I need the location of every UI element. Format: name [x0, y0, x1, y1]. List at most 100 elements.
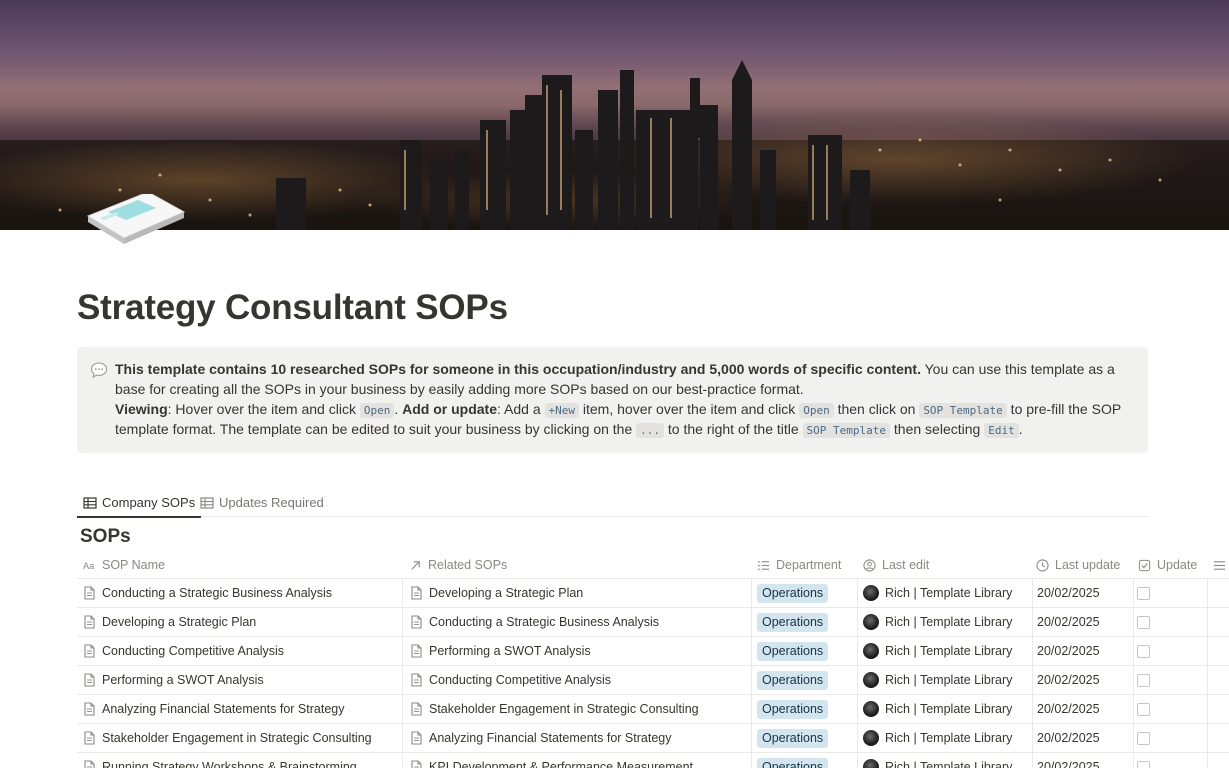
- department-tag: Operations: [757, 728, 829, 748]
- last-edit-cell[interactable]: Rich | Template Library: [863, 637, 1031, 665]
- avatar: [863, 730, 879, 746]
- last-update-cell[interactable]: 20/02/2025: [1037, 753, 1133, 768]
- column-header-related-sops[interactable]: Related SOPs: [409, 552, 507, 578]
- last-update-cell[interactable]: 20/02/2025: [1037, 579, 1133, 607]
- update-checkbox[interactable]: [1137, 702, 1150, 716]
- avatar: [863, 614, 879, 630]
- table-row[interactable]: Developing a Strategic Plan Conducting a …: [77, 608, 1229, 637]
- tab-updates-required[interactable]: Updates Required: [194, 488, 330, 517]
- last-edit-cell[interactable]: Rich | Template Library: [863, 753, 1031, 768]
- last-update-cell[interactable]: 20/02/2025: [1037, 695, 1133, 723]
- update-cell: [1137, 608, 1207, 636]
- last-edit-cell[interactable]: Rich | Template Library: [863, 695, 1031, 723]
- update-checkbox[interactable]: [1137, 731, 1150, 745]
- table-row[interactable]: Running Strategy Workshops & Brainstormi…: [77, 753, 1229, 768]
- related-sop-link: Performing a SWOT Analysis: [429, 644, 591, 658]
- related-sop-link: Conducting a Strategic Business Analysis: [429, 615, 659, 629]
- database-title: SOPs: [80, 526, 131, 547]
- sop-name-cell[interactable]: Stakeholder Engagement in Strategic Cons…: [83, 724, 401, 752]
- viewing-text: : Hover over the item and click: [167, 400, 360, 417]
- update-checkbox[interactable]: [1137, 673, 1150, 687]
- column-divider: [402, 695, 403, 723]
- page-icon: [411, 673, 422, 687]
- sop-name-cell[interactable]: Performing a SWOT Analysis: [83, 666, 401, 694]
- table-row[interactable]: Conducting a Strategic Business Analysis…: [77, 579, 1229, 608]
- column-header-department[interactable]: Department: [757, 552, 841, 578]
- page-icon-documents[interactable]: [86, 191, 186, 250]
- column-divider: [1133, 579, 1134, 607]
- add-text-7: .: [1018, 421, 1023, 438]
- last-edit-cell[interactable]: Rich | Template Library: [863, 666, 1031, 694]
- last-update-cell[interactable]: 20/02/2025: [1037, 608, 1133, 636]
- column-header-last-edit[interactable]: Last edit: [863, 552, 929, 578]
- table-row[interactable]: Performing a SWOT Analysis Conducting Com…: [77, 666, 1229, 695]
- related-sop-cell[interactable]: KPI Development & Performance Measuremen…: [410, 753, 750, 768]
- column-divider: [1032, 666, 1033, 694]
- page-icon: [84, 702, 95, 716]
- last-edit-cell[interactable]: Rich | Template Library: [863, 724, 1031, 752]
- sop-name-cell[interactable]: Developing a Strategic Plan: [83, 608, 401, 636]
- last-update-cell[interactable]: 20/02/2025: [1037, 724, 1133, 752]
- update-checkbox[interactable]: [1137, 586, 1150, 600]
- add-text-6: then selecting: [890, 421, 985, 438]
- table-row[interactable]: Analyzing Financial Statements for Strat…: [77, 695, 1229, 724]
- tab-company-sops[interactable]: Company SOPs: [77, 488, 202, 518]
- sop-name-cell[interactable]: Running Strategy Workshops & Brainstormi…: [83, 753, 401, 768]
- table-row[interactable]: Stakeholder Engagement in Strategic Cons…: [77, 724, 1229, 753]
- column-divider: [857, 753, 858, 768]
- last-update-cell[interactable]: 20/02/2025: [1037, 666, 1133, 694]
- table-row[interactable]: Conducting Competitive Analysis Performin…: [77, 637, 1229, 666]
- department-cell[interactable]: Operations: [757, 637, 857, 665]
- update-checkbox[interactable]: [1137, 644, 1150, 658]
- column-divider: [1207, 579, 1208, 607]
- related-sop-cell[interactable]: Performing a SWOT Analysis: [410, 637, 750, 665]
- department-tag: Operations: [757, 757, 829, 768]
- column-divider: [402, 666, 403, 694]
- page-icon: [84, 673, 95, 687]
- column-header-sop-name[interactable]: Aa SOP Name: [83, 552, 165, 578]
- column-divider: [751, 724, 752, 752]
- department-cell[interactable]: Operations: [757, 608, 857, 636]
- department-cell[interactable]: Operations: [757, 666, 857, 694]
- related-sop-cell[interactable]: Analyzing Financial Statements for Strat…: [410, 724, 750, 752]
- department-cell[interactable]: Operations: [757, 695, 857, 723]
- avatar: [863, 759, 879, 768]
- sop-name: Developing a Strategic Plan: [102, 615, 257, 629]
- page-icon: [84, 615, 95, 629]
- column-label: SOP Name: [102, 558, 165, 572]
- department-cell[interactable]: Operations: [757, 753, 857, 768]
- last-edit-cell[interactable]: Rich | Template Library: [863, 608, 1031, 636]
- related-sop-cell[interactable]: Conducting Competitive Analysis: [410, 666, 750, 694]
- add-text-3: then click on: [833, 400, 920, 417]
- page-icon: [411, 760, 422, 768]
- update-date: 20/02/2025: [1037, 586, 1100, 600]
- update-checkbox[interactable]: [1137, 760, 1150, 768]
- column-header-update[interactable]: Update: [1138, 552, 1197, 578]
- page-icon: [411, 731, 422, 745]
- related-sop-cell[interactable]: Stakeholder Engagement in Strategic Cons…: [410, 695, 750, 723]
- update-date: 20/02/2025: [1037, 702, 1100, 716]
- separator: .: [394, 400, 403, 417]
- update-checkbox[interactable]: [1137, 615, 1150, 629]
- editor-name: Rich | Template Library: [885, 673, 1013, 687]
- department-cell[interactable]: Operations: [757, 579, 857, 607]
- column-divider: [402, 753, 403, 768]
- related-sop-cell[interactable]: Conducting a Strategic Business Analysis: [410, 608, 750, 636]
- speech-bubble-icon: [90, 361, 108, 379]
- tab-label: Updates Required: [219, 495, 324, 510]
- column-label: Last update: [1055, 558, 1121, 572]
- related-sop-cell[interactable]: Developing a Strategic Plan: [410, 579, 750, 607]
- column-options-icon[interactable]: [1213, 552, 1226, 578]
- sop-name-cell[interactable]: Conducting a Strategic Business Analysis: [83, 579, 401, 607]
- clock-icon: [1036, 558, 1049, 572]
- sop-name-cell[interactable]: Conducting Competitive Analysis: [83, 637, 401, 665]
- add-text-5: to the right of the title: [664, 421, 803, 438]
- update-date: 20/02/2025: [1037, 673, 1100, 687]
- department-cell[interactable]: Operations: [757, 724, 857, 752]
- department-tag: Operations: [757, 670, 829, 690]
- column-header-last-update[interactable]: Last update: [1036, 552, 1120, 578]
- update-cell: [1137, 695, 1207, 723]
- last-edit-cell[interactable]: Rich | Template Library: [863, 579, 1031, 607]
- sop-name-cell[interactable]: Analyzing Financial Statements for Strat…: [83, 695, 401, 723]
- last-update-cell[interactable]: 20/02/2025: [1037, 637, 1133, 665]
